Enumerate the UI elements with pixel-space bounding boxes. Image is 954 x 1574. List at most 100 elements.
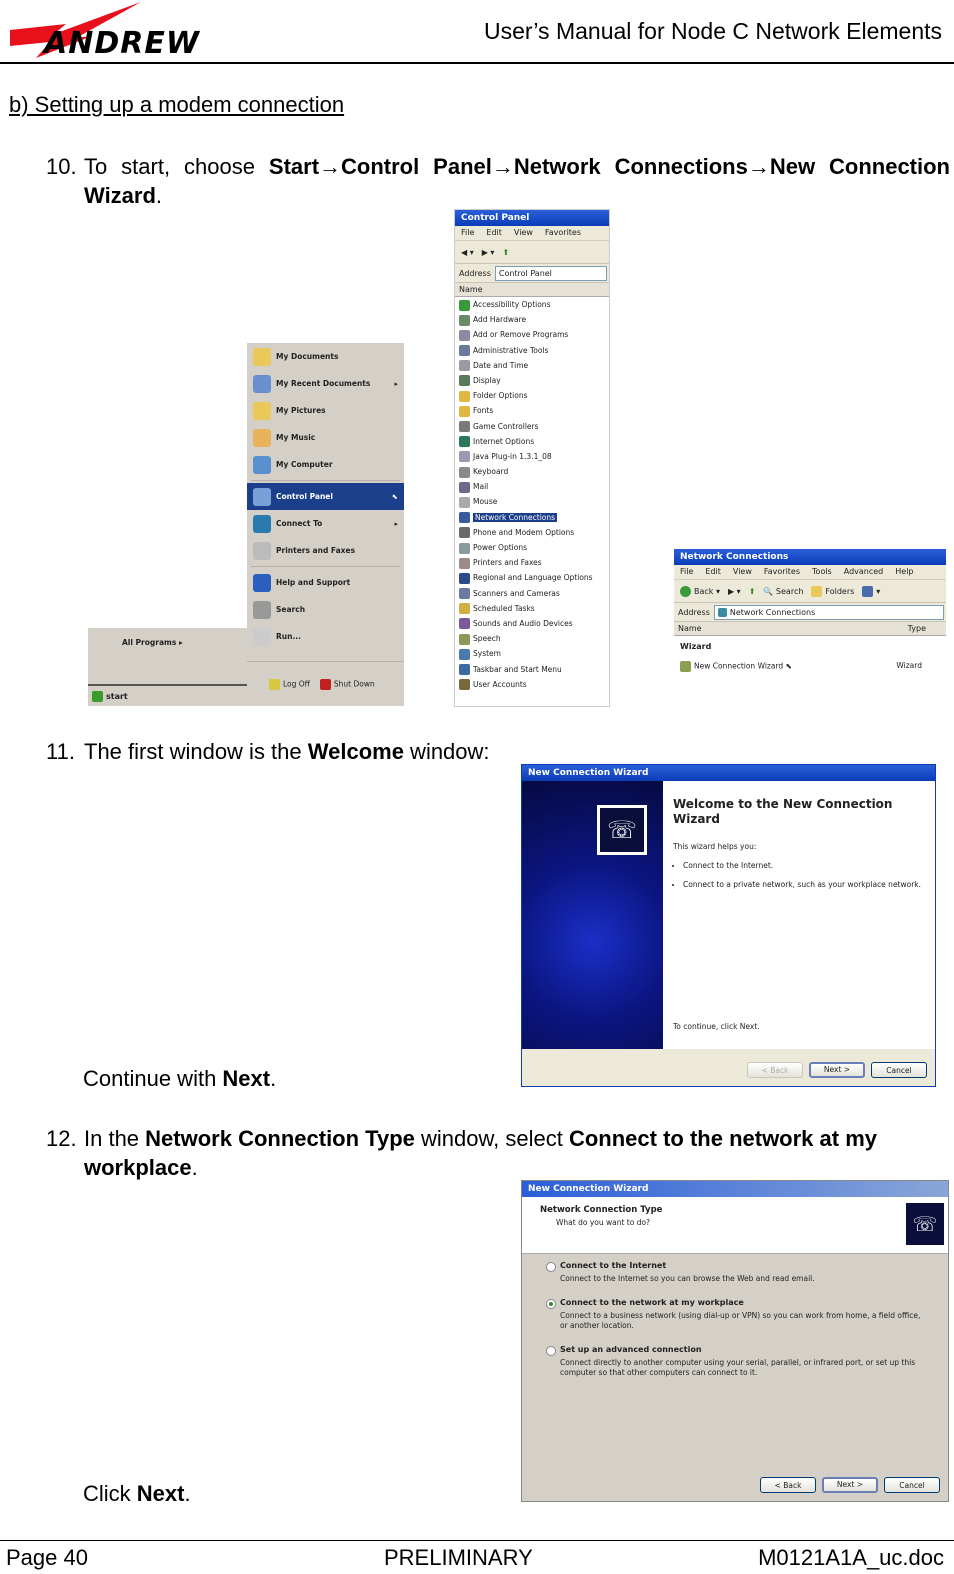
control-panel-item[interactable]: Administrative Tools [455,343,609,358]
applet-icon [459,572,470,584]
cancel-button[interactable]: Cancel [871,1062,927,1078]
control-panel-item[interactable]: User Accounts [455,677,609,692]
control-panel-item[interactable]: Mouse [455,494,609,509]
menu-item[interactable]: View [733,565,752,579]
folder-icon [253,428,271,447]
start-menu-item[interactable]: My Computer [247,451,404,478]
control-panel-item[interactable]: Scheduled Tasks [455,601,609,616]
up-folder-icon[interactable]: ⬆ [502,248,509,257]
control-panel-item[interactable]: Network Connections [455,510,609,525]
menu-item[interactable]: Tools [812,565,832,579]
radio-button[interactable] [546,1346,556,1356]
start-menu-item[interactable]: My Documents [247,343,404,370]
control-panel-item[interactable]: Printers and Faxes [455,555,609,570]
control-panel-item[interactable]: Add Hardware [455,312,609,327]
control-panel-item[interactable]: Keyboard [455,464,609,479]
back-button[interactable]: < Back [747,1062,803,1078]
column-name[interactable]: Name [678,622,702,635]
column-header[interactable]: Name [455,283,609,297]
log-off-button[interactable]: Log Off [269,678,310,690]
menu-item[interactable]: Edit [705,565,721,579]
back-button[interactable]: Back ▾ [680,585,720,597]
menu-item[interactable]: Favorites [764,565,800,579]
control-panel-item[interactable]: Folder Options [455,388,609,403]
forward-button[interactable]: ▶ ▾ [482,248,495,257]
control-panel-item[interactable]: Game Controllers [455,419,609,434]
menu-item[interactable]: View [514,226,533,240]
cancel-button[interactable]: Cancel [884,1477,940,1493]
search-button[interactable]: 🔍 Search [763,587,803,596]
wizard-footer-text: To continue, click Next. [673,1022,760,1031]
start-menu-item[interactable]: Printers and Faxes [247,537,404,564]
forward-button[interactable]: ▶ ▾ [728,587,741,596]
start-menu-item[interactable]: My Pictures [247,397,404,424]
column-header: Name Type [674,622,946,636]
control-panel-item[interactable]: Phone and Modem Options [455,525,609,540]
option-internet[interactable]: Connect to the Internet Connect to the I… [546,1261,930,1284]
control-panel-item[interactable]: Speech [455,631,609,646]
page-number: Page 40 [6,1545,88,1570]
menu-item[interactable]: Advanced [844,565,884,579]
applet-icon [459,496,470,508]
applet-icon [459,436,470,448]
recent-docs-icon [253,374,271,393]
next-button[interactable]: Next > [822,1477,878,1493]
next-button[interactable]: Next > [809,1062,865,1078]
control-panel-item[interactable]: Sounds and Audio Devices [455,616,609,631]
control-panel-item[interactable]: Mail [455,479,609,494]
applet-icon [459,648,470,660]
applet-icon [459,314,470,326]
menu-separator [251,480,400,481]
option-advanced[interactable]: Set up an advanced connection Connect di… [546,1345,930,1378]
applet-icon [459,451,470,463]
list-item[interactable]: New Connection Wizard ⬉ Wizard [674,651,946,682]
start-menu-item[interactable]: Control Panel ⬉ [247,483,404,510]
control-panel-item[interactable]: Add or Remove Programs [455,327,609,342]
control-panel-item[interactable]: Internet Options [455,434,609,449]
menu-item[interactable]: File [461,226,474,240]
applet-icon [459,603,470,615]
menu-item[interactable]: Help [895,565,913,579]
network-icon [717,607,727,617]
column-type[interactable]: Type [908,622,926,635]
start-menu-item[interactable]: Run... [247,623,404,650]
wizard-bullet: Connect to a private network, such as yo… [683,879,925,890]
menu-item[interactable]: File [680,565,693,579]
all-programs-button[interactable]: All Programs ▸ [122,638,183,647]
option-workplace[interactable]: Connect to the network at my workplace C… [546,1298,930,1331]
menu-item[interactable]: Edit [486,226,502,240]
applet-icon [459,633,470,645]
control-panel-item[interactable]: Accessibility Options [455,297,609,312]
back-button[interactable]: ◀ ▾ [461,248,474,257]
start-menu-item[interactable]: Help and Support [247,569,404,596]
start-button[interactable]: start [106,692,128,701]
control-panel-item[interactable]: Display [455,373,609,388]
applet-icon [459,664,470,675]
control-panel-item[interactable]: Fonts [455,403,609,418]
control-panel-item[interactable]: Scanners and Cameras [455,586,609,601]
radio-button[interactable] [546,1262,556,1272]
control-panel-item[interactable]: System [455,646,609,661]
shut-down-button[interactable]: Shut Down [319,678,375,690]
radio-button-selected[interactable] [546,1299,556,1309]
views-button[interactable]: ▾ [862,585,880,597]
control-panel-item[interactable]: Date and Time [455,358,609,373]
start-menu-item[interactable]: Connect To ▸ [247,510,404,537]
document-status: PRELIMINARY [384,1545,533,1570]
wizard-buttons: < Back Next > Cancel [747,1062,927,1078]
start-menu-item[interactable]: My Recent Documents ▸ [247,370,404,397]
back-button[interactable]: < Back [760,1477,816,1493]
up-folder-icon[interactable]: ⬆ [749,587,756,596]
address-input[interactable]: Control Panel [494,265,607,281]
start-menu-item[interactable]: My Music [247,424,404,451]
control-panel-item[interactable]: Power Options [455,540,609,555]
folders-button[interactable]: Folders [811,585,854,597]
start-menu-item[interactable]: Search [247,596,404,623]
address-input[interactable]: Network Connections [713,604,944,620]
control-panel-item[interactable]: Taskbar and Start Menu [455,662,609,677]
control-panel-item[interactable]: Regional and Language Options [455,570,609,585]
folder-icon [253,401,271,420]
wizard-header: Network Connection Type What do you want… [522,1197,948,1254]
menu-item[interactable]: Favorites [545,226,581,240]
control-panel-item[interactable]: Java Plug-in 1.3.1_08 [455,449,609,464]
